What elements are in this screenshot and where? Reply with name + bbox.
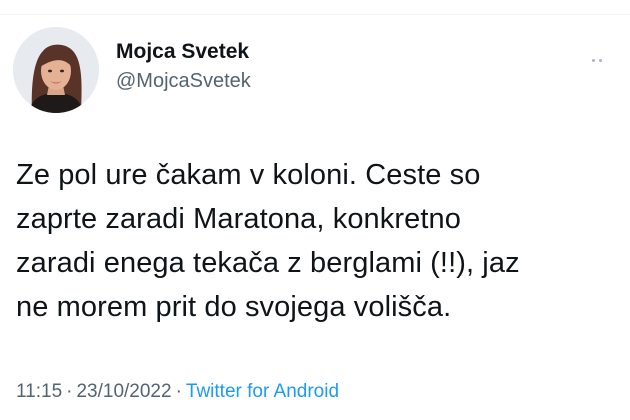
tweet-metadata: 11:15 · 23/10/2022 · Twitter for Android bbox=[16, 380, 339, 404]
separator: · bbox=[175, 381, 182, 402]
avatar[interactable] bbox=[13, 27, 99, 113]
user-handle[interactable]: @MojcaSvetek bbox=[116, 69, 251, 93]
profile-photo-icon bbox=[13, 27, 99, 113]
tweet-screenshot: Mojca Svetek @MojcaSvetek Ze pol ure čak… bbox=[0, 0, 630, 420]
tweet-source-link[interactable]: Twitter for Android bbox=[186, 381, 339, 402]
dot-icon bbox=[592, 59, 595, 63]
tweet-text: Ze pol ure čakam v koloni. Ceste so zapr… bbox=[16, 159, 520, 323]
more-horizontal-icon[interactable] bbox=[590, 52, 620, 68]
dot-icon bbox=[599, 59, 602, 63]
display-name[interactable]: Mojca Svetek bbox=[116, 39, 249, 65]
top-divider bbox=[0, 14, 630, 15]
tweet-time[interactable]: 11:15 bbox=[16, 381, 62, 402]
separator: · bbox=[66, 381, 73, 402]
tweet-date[interactable]: 23/10/2022 bbox=[76, 381, 171, 402]
